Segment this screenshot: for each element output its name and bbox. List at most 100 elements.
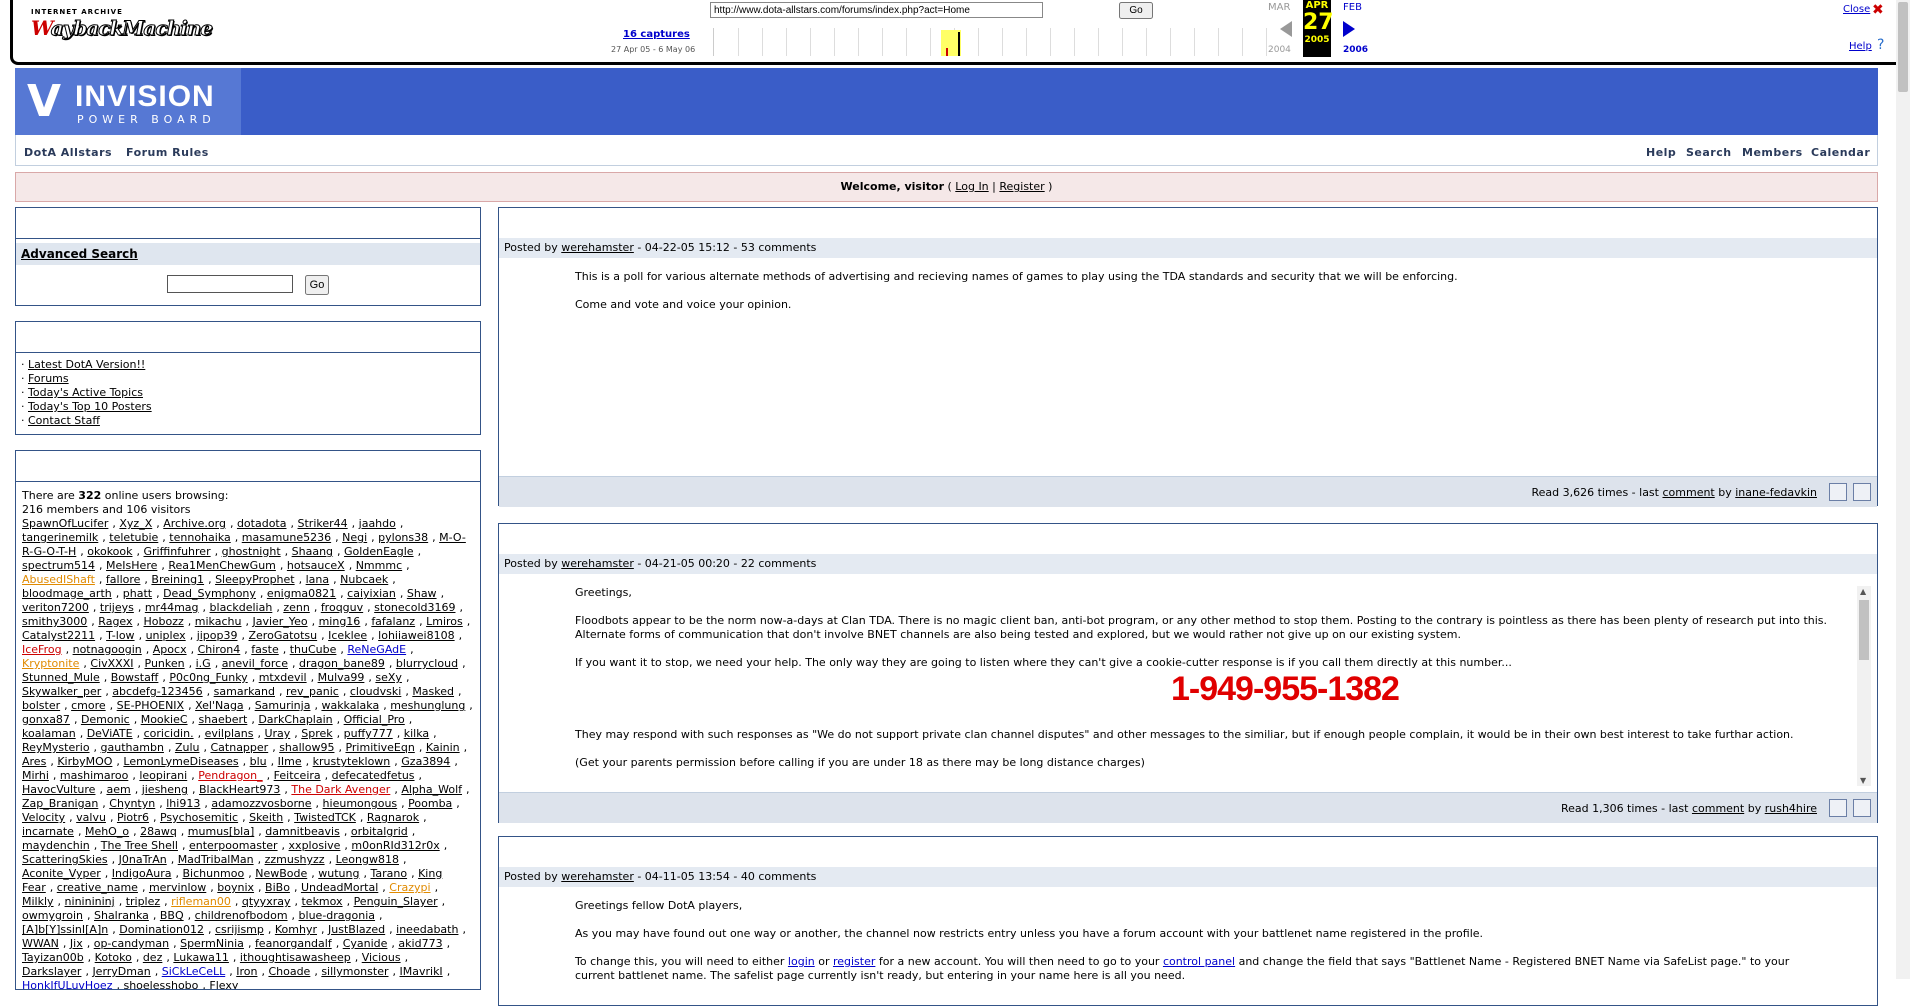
online-user-link[interactable]: The Dark Avenger	[291, 783, 390, 796]
online-user-link[interactable]: cloudvski	[350, 685, 401, 698]
online-user-link[interactable]: orbitalgrid	[351, 825, 408, 838]
online-user-link[interactable]: smithy3000	[22, 615, 87, 628]
online-user-link[interactable]: Bowstaff	[111, 671, 159, 684]
online-user-link[interactable]: feanorgandalf	[255, 937, 332, 950]
online-user-link[interactable]: bolster	[22, 699, 60, 712]
online-user-link[interactable]: Shaw	[407, 587, 437, 600]
online-user-link[interactable]: ineedabath	[396, 923, 458, 936]
post-author-link[interactable]: werehamster	[561, 557, 634, 570]
online-user-link[interactable]: Negi	[342, 531, 367, 544]
online-user-link[interactable]: damnitbeavis	[265, 825, 340, 838]
online-user-link[interactable]: boynix	[217, 881, 254, 894]
online-user-link[interactable]: tangerinemilk	[22, 531, 98, 544]
online-user-link[interactable]: lana	[306, 573, 330, 586]
captures-link[interactable]: 16 captures	[623, 29, 690, 40]
online-user-link[interactable]: 28awq	[140, 825, 177, 838]
online-user-link[interactable]: defecatedfetus	[332, 769, 415, 782]
online-user-link[interactable]: incarnate	[22, 825, 74, 838]
online-user-link[interactable]: Cyanide	[343, 937, 388, 950]
online-user-link[interactable]: Xel'Naga	[195, 699, 244, 712]
online-user-link[interactable]: csrijismp	[215, 923, 264, 936]
online-user-link[interactable]: triplez	[126, 895, 160, 908]
online-user-link[interactable]: Mulva99	[318, 671, 365, 684]
online-user-link[interactable]: adamozzvosborne	[211, 797, 311, 810]
invision-logo[interactable]: V INVISION POWER BOARD	[15, 68, 241, 135]
online-user-link[interactable]: Striker44	[298, 517, 348, 530]
online-user-link[interactable]: blue-dragonia	[299, 909, 375, 922]
online-user-link[interactable]: ScatteringSkies	[22, 853, 108, 866]
online-user-link[interactable]: ReNeGAdE	[347, 643, 406, 656]
online-user-link[interactable]: BiBo	[265, 881, 290, 894]
register-link[interactable]: register	[833, 955, 875, 968]
online-user-link[interactable]: rifleman00	[171, 895, 231, 908]
online-user-link[interactable]: bloodmage_arth	[22, 587, 112, 600]
online-user-link[interactable]: Shalranka	[94, 909, 149, 922]
online-user-link[interactable]: cmore	[71, 699, 106, 712]
online-user-link[interactable]: anevil_force	[222, 657, 288, 670]
link-active-topics[interactable]: Today's Active Topics	[28, 386, 143, 399]
online-user-link[interactable]: froqguv	[321, 601, 363, 614]
online-user-link[interactable]: xxplosive	[289, 839, 341, 852]
online-user-link[interactable]: shoelesshobo	[123, 979, 198, 989]
post-scrollbar[interactable]: ▲ ▼	[1857, 586, 1871, 786]
online-user-link[interactable]: dez	[143, 951, 163, 964]
online-user-link[interactable]: Shaang	[292, 545, 333, 558]
post-scrollbar-thumb[interactable]	[1859, 600, 1869, 660]
last-commenter-link[interactable]: rush4hire	[1765, 802, 1817, 815]
online-user-link[interactable]: Samurinja	[255, 699, 311, 712]
nav-dota-allstars[interactable]: DotA Allstars	[24, 146, 112, 159]
online-user-link[interactable]: CivXXXI	[90, 657, 133, 670]
online-user-link[interactable]: T-low	[106, 629, 134, 642]
online-user-link[interactable]: Aconite_Vyper	[22, 867, 101, 880]
wayback-url-input[interactable]	[710, 2, 1043, 18]
online-user-link[interactable]: Zulu	[175, 741, 200, 754]
online-user-link[interactable]: Punken	[145, 657, 185, 670]
online-user-link[interactable]: childrenofbodom	[195, 909, 288, 922]
online-user-link[interactable]: blu	[250, 755, 267, 768]
online-user-link[interactable]: Feitceira	[274, 769, 321, 782]
online-user-link[interactable]: ZeroGatotsu	[249, 629, 318, 642]
online-user-link[interactable]: ghostnight	[222, 545, 281, 558]
online-user-link[interactable]: mr44mag	[145, 601, 199, 614]
online-user-link[interactable]: faste	[251, 643, 278, 656]
online-user-link[interactable]: P0c0ng_Funky	[169, 671, 247, 684]
online-user-link[interactable]: Uray	[264, 727, 290, 740]
online-user-link[interactable]: WWAN	[22, 937, 59, 950]
online-user-link[interactable]: Chiron4	[198, 643, 241, 656]
online-user-link[interactable]: mikachu	[195, 615, 242, 628]
online-user-link[interactable]: creative_name	[57, 881, 138, 894]
online-user-link[interactable]: SpawnOfLucifer	[22, 517, 108, 530]
search-go-button[interactable]: Go	[305, 275, 329, 295]
online-user-link[interactable]: enigma0821	[267, 587, 336, 600]
login-link[interactable]: login	[788, 955, 815, 968]
online-user-link[interactable]: HonkIfULuvHoez	[22, 979, 112, 989]
online-user-link[interactable]: qtyyxray	[242, 895, 291, 908]
online-user-link[interactable]: Komhyr	[275, 923, 317, 936]
online-user-link[interactable]: SE-PHOENIX	[117, 699, 184, 712]
online-user-link[interactable]: [A]b[Y]ssinI[A]n	[22, 923, 108, 936]
online-user-link[interactable]: Gza3894	[401, 755, 450, 768]
nav-forum-rules[interactable]: Forum Rules	[126, 146, 209, 159]
online-user-link[interactable]: zenn	[283, 601, 310, 614]
online-user-link[interactable]: aem	[106, 783, 130, 796]
online-user-link[interactable]: Breining1	[151, 573, 204, 586]
online-user-link[interactable]: wakkalaka	[321, 699, 379, 712]
online-user-link[interactable]: Rea1MenChewGum	[168, 559, 276, 572]
next-month-link[interactable]: FEB	[1343, 2, 1362, 13]
reply-icon[interactable]	[1829, 799, 1847, 817]
online-user-link[interactable]: Skywalker_per	[22, 685, 101, 698]
online-user-link[interactable]: Skeith	[249, 811, 283, 824]
comment-link[interactable]: comment	[1662, 486, 1714, 499]
online-user-link[interactable]: jiesheng	[142, 783, 188, 796]
online-user-link[interactable]: IIme	[278, 755, 302, 768]
online-user-link[interactable]: HavocVulture	[22, 783, 95, 796]
online-user-link[interactable]: hieumongous	[323, 797, 398, 810]
post-author-link[interactable]: werehamster	[561, 870, 634, 883]
capture-histogram[interactable]	[713, 28, 1271, 56]
scroll-up-icon[interactable]: ▲	[1860, 587, 1866, 596]
online-user-link[interactable]: Chyntyn	[109, 797, 155, 810]
online-user-link[interactable]: IndigoAura	[112, 867, 172, 880]
online-user-link[interactable]: Kotoko	[95, 951, 132, 964]
online-user-link[interactable]: rev_panic	[286, 685, 339, 698]
online-user-link[interactable]: masamune5236	[242, 531, 331, 544]
